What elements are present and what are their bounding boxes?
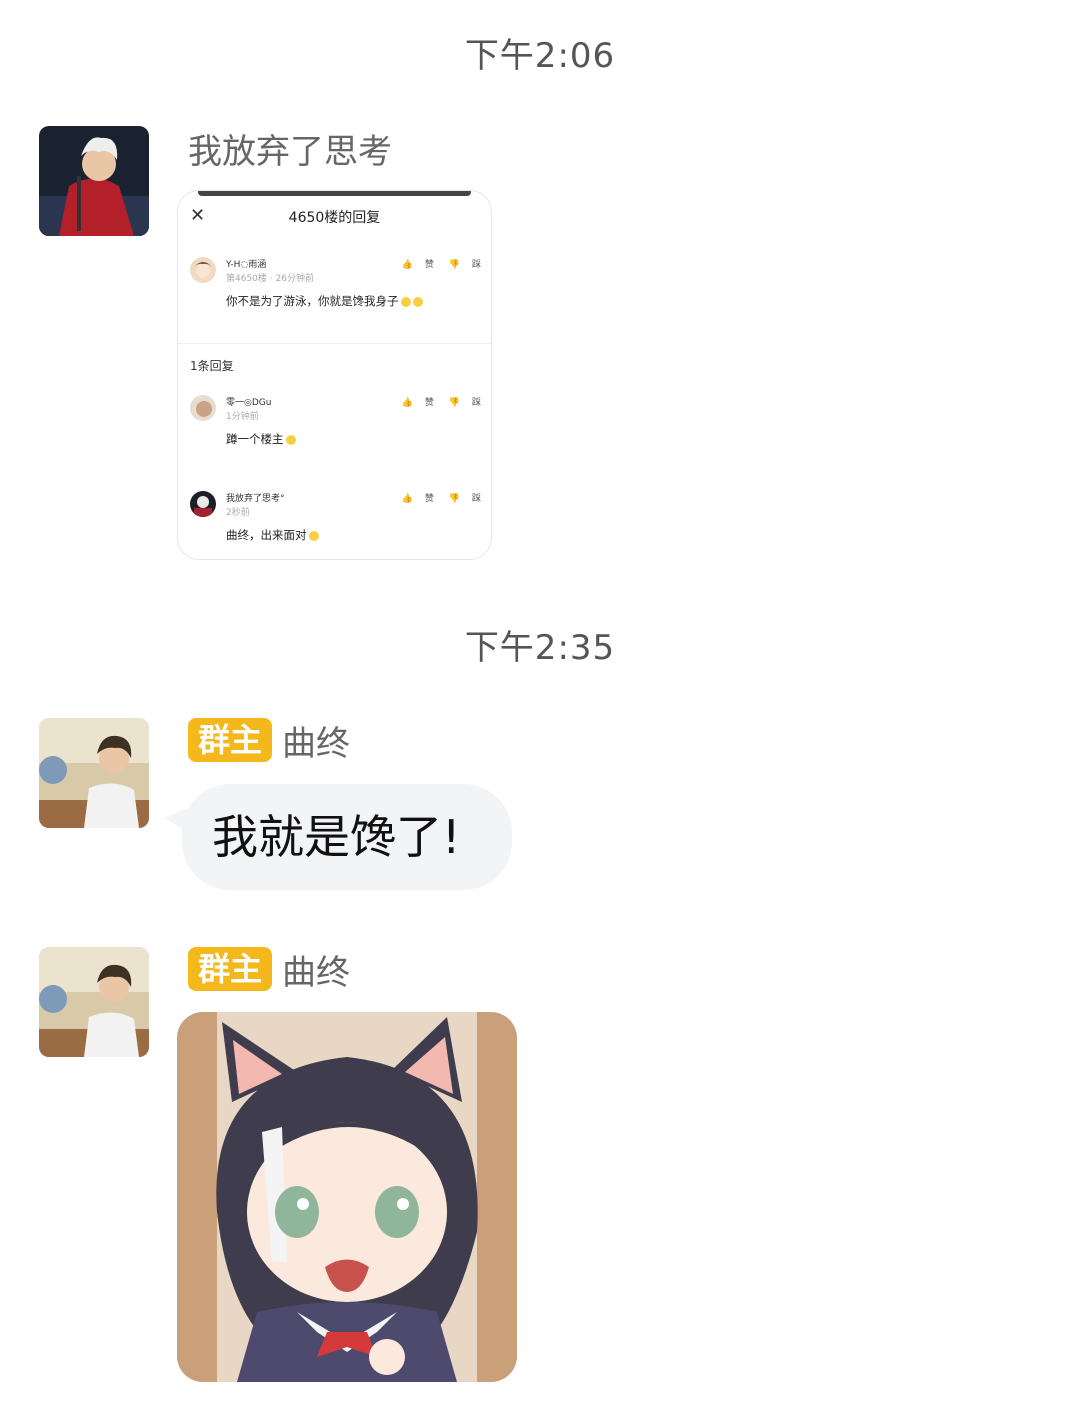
avatar[interactable] [39, 947, 149, 1057]
avatar[interactable] [39, 126, 149, 236]
reply-user: 我放弃了思考° [226, 494, 285, 504]
avatar [190, 257, 216, 283]
dislike-label: 踩 [471, 398, 481, 408]
cat-ear-anime-girl-sticker-icon [177, 1012, 517, 1382]
sender-name: 群主 曲终 [188, 718, 351, 764]
like-label: 赞 [424, 260, 434, 270]
thumbs-up-icon: 👍 [401, 260, 413, 270]
avatar-student-character-icon [39, 718, 149, 828]
post-meta: 第4650楼 · 26分钟前 [226, 274, 314, 284]
thumbs-down-icon: 👎 [448, 260, 460, 270]
emoji-icon [412, 296, 423, 307]
avatar-student-character-icon [39, 947, 149, 1057]
reply-user: 零一◎DGu [226, 398, 272, 408]
post-actions: 👍 赞 👎 踩 [390, 257, 481, 270]
sender-name: 我放弃了思考 [188, 126, 392, 172]
avatar[interactable] [39, 718, 149, 828]
emoji-icon [308, 530, 319, 541]
dislike-label: 踩 [471, 260, 481, 270]
post-user: Y-H◌雨涵 [226, 260, 267, 270]
sender-name-text: 曲终 [282, 723, 351, 764]
thumbs-up-icon: 👍 [401, 398, 413, 408]
sender-name-text: 曲终 [282, 952, 351, 993]
shared-screenshot[interactable]: ✕ 4650楼的回复 Y-H◌雨涵 第4650楼 · 26分钟前 你不是为了游泳… [177, 190, 492, 560]
emoji-icon [285, 434, 296, 445]
post-text: 你不是为了游泳，你就是馋我身子 [226, 293, 423, 309]
like-label: 赞 [424, 494, 434, 504]
sender-name-text: 我放弃了思考 [188, 131, 392, 172]
reply-actions: 👍 赞 👎 踩 [390, 491, 481, 504]
post-row: Y-H◌雨涵 第4650楼 · 26分钟前 你不是为了游泳，你就是馋我身子 👍 赞… [190, 257, 481, 317]
message-bubble[interactable]: 我就是馋了! [182, 784, 512, 890]
avatar [190, 395, 216, 421]
sender-name: 群主 曲终 [188, 947, 351, 993]
emoji-icon [400, 296, 411, 307]
divider [178, 343, 491, 344]
reply-row: 我放弃了思考° 2秒前 曲终，出来面对 👍 赞 👎 踩 [190, 491, 481, 551]
reply-meta: 1分钟前 [226, 412, 259, 422]
reply-count: 1条回复 [190, 359, 234, 373]
thumbs-down-icon: 👎 [448, 398, 460, 408]
reply-row: 零一◎DGu 1分钟前 蹲一个楼主 👍 赞 👎 踩 [190, 395, 481, 455]
sticker-image[interactable] [177, 1012, 517, 1382]
owner-badge: 群主 [188, 718, 273, 762]
dislike-label: 踩 [471, 494, 481, 504]
timestamp: 下午2:06 [464, 36, 616, 76]
card-title: 4650楼的回复 [288, 210, 381, 226]
card-top-bar [198, 191, 471, 196]
thumbs-up-icon: 👍 [401, 494, 413, 504]
timestamp: 下午2:35 [464, 628, 616, 668]
reply-text: 蹲一个楼主 [226, 431, 296, 447]
reply-text: 曲终，出来面对 [226, 527, 319, 543]
avatar-red-coat-character-icon [39, 126, 149, 236]
reply-actions: 👍 赞 👎 踩 [390, 395, 481, 408]
thumbs-down-icon: 👎 [448, 494, 460, 504]
like-label: 赞 [424, 398, 434, 408]
reply-meta: 2秒前 [226, 508, 250, 518]
owner-badge: 群主 [188, 947, 273, 991]
avatar [190, 491, 216, 517]
